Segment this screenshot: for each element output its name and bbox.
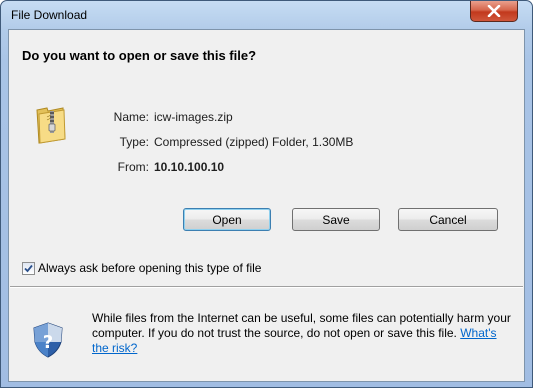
always-ask-checkbox[interactable] bbox=[22, 261, 35, 275]
type-label: Type: bbox=[119, 135, 149, 149]
from-label: From: bbox=[117, 160, 149, 174]
type-value: Compressed (zipped) Folder, 1.30MB bbox=[154, 135, 354, 149]
always-ask-label[interactable]: Always ask before opening this type of f… bbox=[38, 261, 261, 275]
security-warning: While files from the Internet can be use… bbox=[92, 311, 512, 356]
close-button[interactable] bbox=[470, 1, 518, 22]
name-value: icw-images.zip bbox=[154, 110, 233, 124]
name-label: Name: bbox=[113, 110, 149, 124]
dialog-question: Do you want to open or save this file? bbox=[22, 48, 257, 63]
title-bar[interactable]: File Download bbox=[1, 1, 532, 29]
from-value: 10.10.100.10 bbox=[154, 160, 225, 174]
cancel-button[interactable]: Cancel bbox=[398, 208, 498, 231]
file-download-window: File Download Do you want to open or sav… bbox=[0, 0, 533, 388]
save-button[interactable]: Save bbox=[292, 208, 380, 231]
separator bbox=[10, 286, 523, 288]
always-ask-row: Always ask before opening this type of f… bbox=[22, 261, 261, 275]
dialog-body: Do you want to open or save this file? N… bbox=[8, 29, 525, 382]
close-icon bbox=[487, 5, 501, 17]
security-warning-text: While files from the Internet can be use… bbox=[92, 311, 511, 340]
window-title: File Download bbox=[11, 8, 88, 22]
svg-text:?: ? bbox=[43, 332, 53, 353]
security-shield-icon: ? bbox=[33, 322, 63, 358]
open-button[interactable]: Open bbox=[183, 208, 271, 231]
checkmark-icon bbox=[24, 264, 33, 272]
